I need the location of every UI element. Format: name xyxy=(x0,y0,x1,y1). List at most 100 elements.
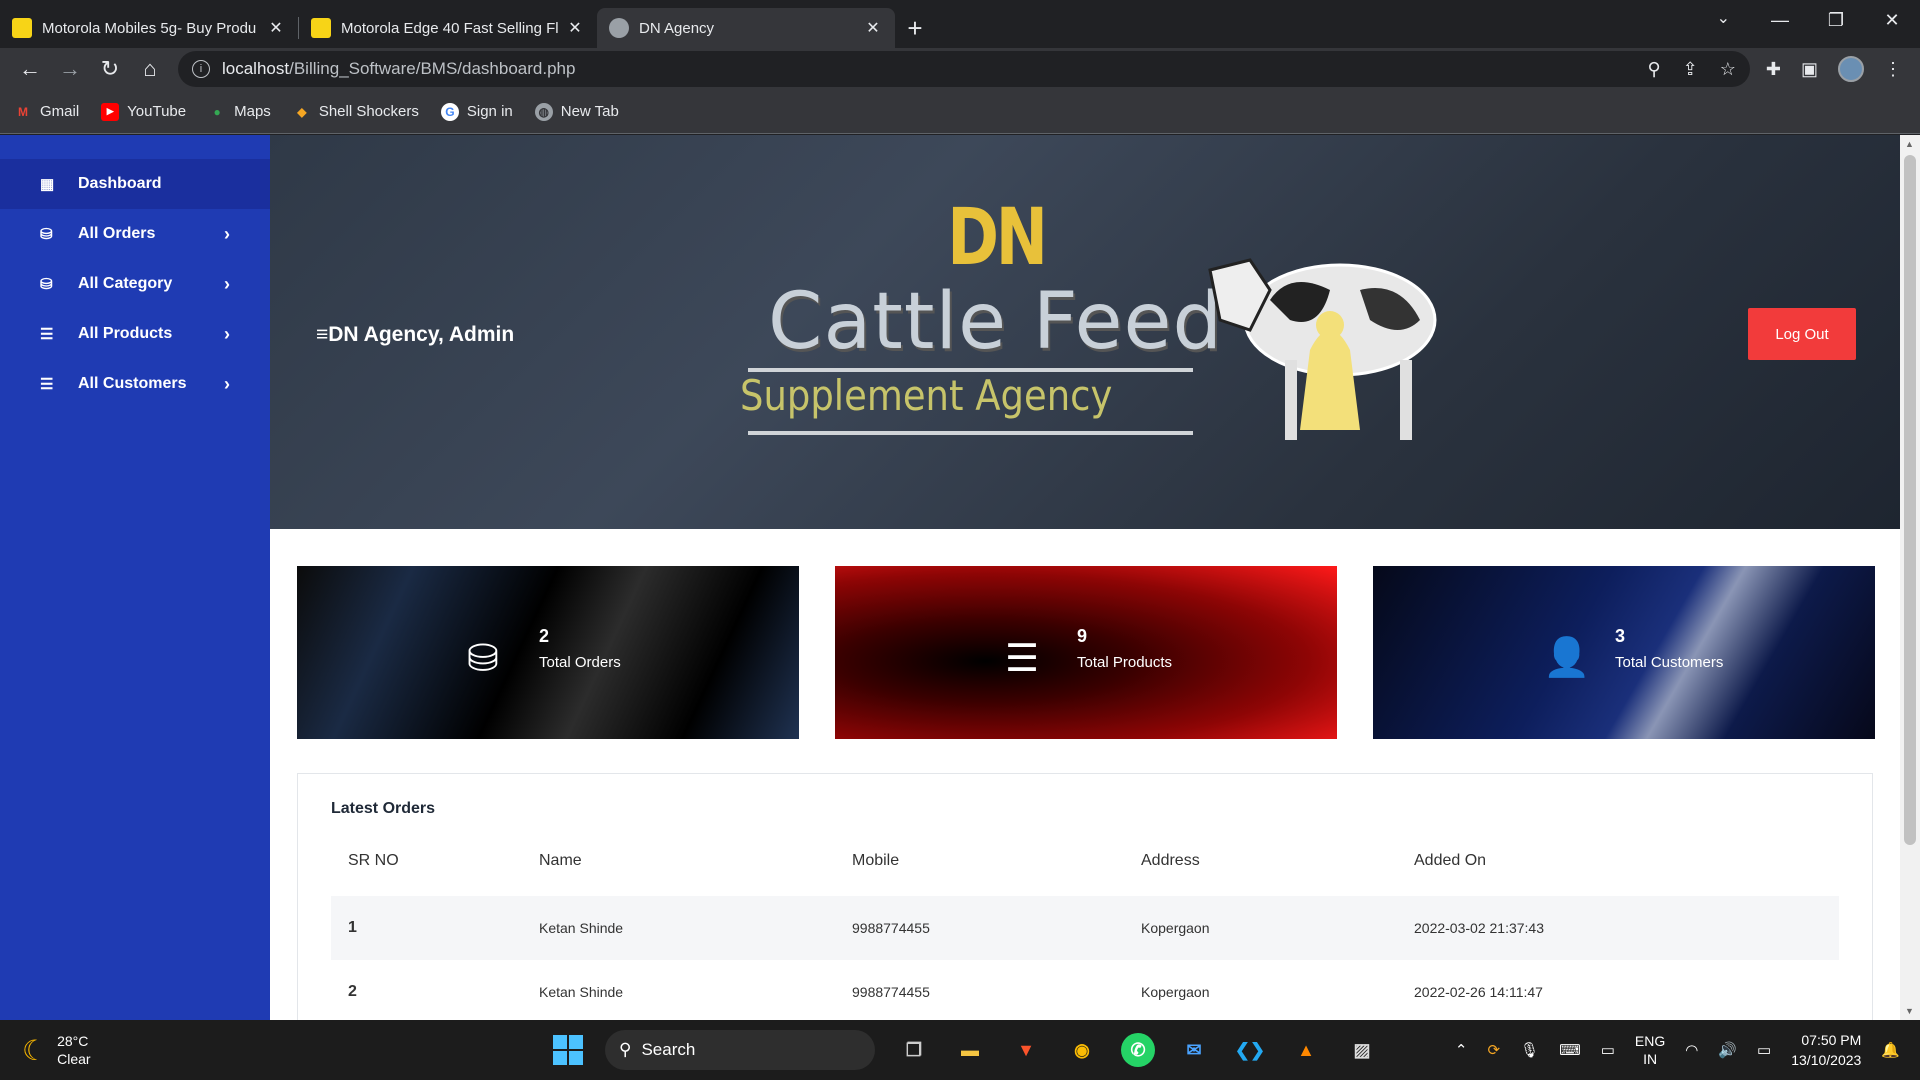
language-indicator[interactable]: ENG IN xyxy=(1635,1032,1665,1068)
weather-condition: Clear xyxy=(57,1051,91,1067)
close-window-icon[interactable]: ✕ xyxy=(1864,0,1920,40)
stat-card-customers[interactable]: 👤 3 Total Customers xyxy=(1373,566,1875,739)
windows-logo-tile xyxy=(553,1051,567,1065)
site-info-icon[interactable]: i xyxy=(192,60,210,78)
vlc-icon[interactable]: ▲ xyxy=(1289,1033,1323,1067)
browser-tab-strip: Motorola Mobiles 5g- Buy Produ ✕ Motorol… xyxy=(0,0,1920,48)
shell-shockers-icon: ◆ xyxy=(297,104,307,119)
close-icon[interactable]: ✕ xyxy=(266,18,286,38)
logout-button[interactable]: Log Out xyxy=(1748,308,1856,360)
latest-orders-title: Latest Orders xyxy=(331,800,436,817)
close-icon[interactable]: ✕ xyxy=(565,18,585,38)
volume-icon[interactable]: 🔊 xyxy=(1718,1041,1737,1059)
cow-illustration xyxy=(1208,258,1437,440)
sync-icon[interactable]: ⟳ xyxy=(1487,1041,1500,1059)
stat-value: 3 xyxy=(1615,626,1626,646)
brave-icon[interactable]: ▼ xyxy=(1009,1033,1043,1067)
tab-title: DN Agency xyxy=(639,19,715,37)
file-explorer-icon[interactable]: ▬ xyxy=(953,1033,987,1067)
microphone-icon[interactable]: 🎙 xyxy=(1520,1041,1539,1059)
forward-icon[interactable]: → xyxy=(50,49,90,89)
logo-subtitle: Supplement Agency xyxy=(740,371,1113,420)
minimize-icon[interactable]: — xyxy=(1752,0,1808,40)
sidebar-item-all-products[interactable]: ☰ All Products › xyxy=(0,309,270,359)
taskbar-search[interactable]: ⚲ Search xyxy=(605,1030,875,1070)
clock[interactable]: 07:50 PM 13/10/2023 xyxy=(1791,1030,1861,1070)
bookmark-gmail[interactable]: M Gmail xyxy=(14,103,79,121)
hero-banner: ≡DN Agency, Admin DN Cattle Feed Supplem… xyxy=(270,135,1900,529)
wifi-icon[interactable]: ◠ xyxy=(1685,1041,1698,1059)
table-cell: Kopergaon xyxy=(1141,984,1210,1000)
scrollbar-thumb[interactable] xyxy=(1904,155,1916,845)
bookmark-star-icon[interactable]: ☆ xyxy=(1720,59,1736,80)
bookmark-shell-shockers[interactable]: ◆ Shell Shockers xyxy=(293,103,419,121)
home-icon[interactable]: ⌂ xyxy=(130,49,170,89)
browser-tab-active[interactable]: DN Agency ✕ xyxy=(597,8,895,48)
whatsapp-icon[interactable]: ✆ xyxy=(1121,1033,1155,1067)
weather-widget[interactable]: ☾ 28°C Clear xyxy=(22,1032,91,1068)
close-icon[interactable]: ✕ xyxy=(863,18,883,38)
zoom-icon[interactable]: ⚲ xyxy=(1647,59,1660,80)
sidebar-item-all-category[interactable]: ⛁ All Category › xyxy=(0,259,270,309)
notification-bell-icon[interactable]: 🔔 xyxy=(1881,1041,1900,1059)
sidebar-item-dashboard[interactable]: ▦ Dashboard xyxy=(0,159,270,209)
bookmark-youtube[interactable]: ▶ YouTube xyxy=(101,102,186,121)
photos-icon[interactable]: ▨ xyxy=(1345,1033,1379,1067)
mail-icon[interactable]: ✉ xyxy=(1177,1033,1211,1067)
keyboard-icon[interactable]: ⌨ xyxy=(1559,1041,1581,1059)
extensions-icon[interactable]: ✚ xyxy=(1766,59,1781,80)
menu-kebab-icon[interactable]: ⋮ xyxy=(1884,59,1902,80)
chrome-icon[interactable]: ◉ xyxy=(1065,1033,1099,1067)
bookmark-new-tab[interactable]: ◍ New Tab xyxy=(534,102,619,121)
reload-icon[interactable]: ↻ xyxy=(90,49,130,89)
scroll-up-icon[interactable]: ▲ xyxy=(1905,139,1914,149)
browser-tab-1[interactable]: Motorola Mobiles 5g- Buy Produ ✕ xyxy=(0,8,298,48)
sidebar-item-label: All Customers xyxy=(78,375,187,392)
windows-logo-tile xyxy=(569,1051,583,1065)
side-panel-icon[interactable]: ▣ xyxy=(1801,59,1818,80)
google-icon: G xyxy=(440,102,459,121)
stats-cards: ⛁ 2 Total Orders ☰ 9 Total Products 👤 3 … xyxy=(297,566,1875,739)
page-scrollbar[interactable]: ▲ ▼ xyxy=(1900,135,1920,1020)
address-bar[interactable]: i localhost/Billing_Software/BMS/dashboa… xyxy=(178,51,1750,87)
bookmark-label: New Tab xyxy=(560,103,619,120)
table-cell: 9988774455 xyxy=(852,920,930,936)
time: 07:50 PM xyxy=(1801,1032,1862,1048)
bookmark-label: Gmail xyxy=(40,103,80,120)
tab-title: Motorola Mobiles 5g- Buy Produ xyxy=(42,19,257,37)
new-tab-button[interactable]: + xyxy=(895,8,935,48)
table-row: 1 Ketan Shinde 9988774455 Kopergaon 2022… xyxy=(331,896,1839,960)
flipkart-icon xyxy=(12,18,32,38)
moon-icon: ☾ xyxy=(22,1034,48,1066)
bookmark-sign-in[interactable]: G Sign in xyxy=(440,102,513,121)
chevron-up-icon[interactable]: ⌃ xyxy=(1455,1041,1468,1059)
profile-avatar[interactable] xyxy=(1838,56,1864,82)
chevron-right-icon: › xyxy=(224,373,230,394)
screen-icon[interactable]: ▭ xyxy=(1601,1041,1615,1059)
tab-search-chevron-icon[interactable]: ⌄ xyxy=(1717,8,1730,28)
stat-card-products[interactable]: ☰ 9 Total Products xyxy=(835,566,1337,739)
stat-card-orders[interactable]: ⛁ 2 Total Orders xyxy=(297,566,799,739)
share-icon[interactable]: ⇪ xyxy=(1683,59,1698,80)
task-view-icon[interactable]: ❐ xyxy=(897,1033,931,1067)
browser-tab-2[interactable]: Motorola Edge 40 Fast Selling Fl ✕ xyxy=(299,8,597,48)
vscode-icon[interactable]: ❮❯ xyxy=(1233,1033,1267,1067)
back-icon[interactable]: ← xyxy=(10,49,50,89)
windows-logo-tile xyxy=(569,1035,583,1049)
bookmark-label: Sign in xyxy=(466,103,513,120)
start-button[interactable] xyxy=(553,1035,583,1065)
restore-icon[interactable]: ❐ xyxy=(1808,0,1864,40)
sidebar-item-all-customers[interactable]: ☰ All Customers › xyxy=(0,359,270,409)
sidebar-item-all-orders[interactable]: ⛁ All Orders › xyxy=(0,209,270,259)
battery-icon[interactable]: ▭ xyxy=(1757,1041,1771,1059)
latest-orders-panel: Latest Orders SR NO Name Mobile Address … xyxy=(297,773,1873,1020)
temperature: 28°C xyxy=(57,1033,89,1049)
list-icon: ☰ xyxy=(40,326,54,343)
scroll-down-icon[interactable]: ▼ xyxy=(1905,1006,1914,1016)
column-header: SR NO xyxy=(348,852,399,869)
sidebar-item-label: All Products xyxy=(78,325,173,342)
hamburger-menu-icon[interactable]: ≡ xyxy=(316,323,328,346)
gmail-icon: M xyxy=(18,104,28,119)
bookmark-maps[interactable]: ● Maps xyxy=(208,103,271,121)
welcome-heading: ≡DN Agency, Admin xyxy=(316,323,514,347)
